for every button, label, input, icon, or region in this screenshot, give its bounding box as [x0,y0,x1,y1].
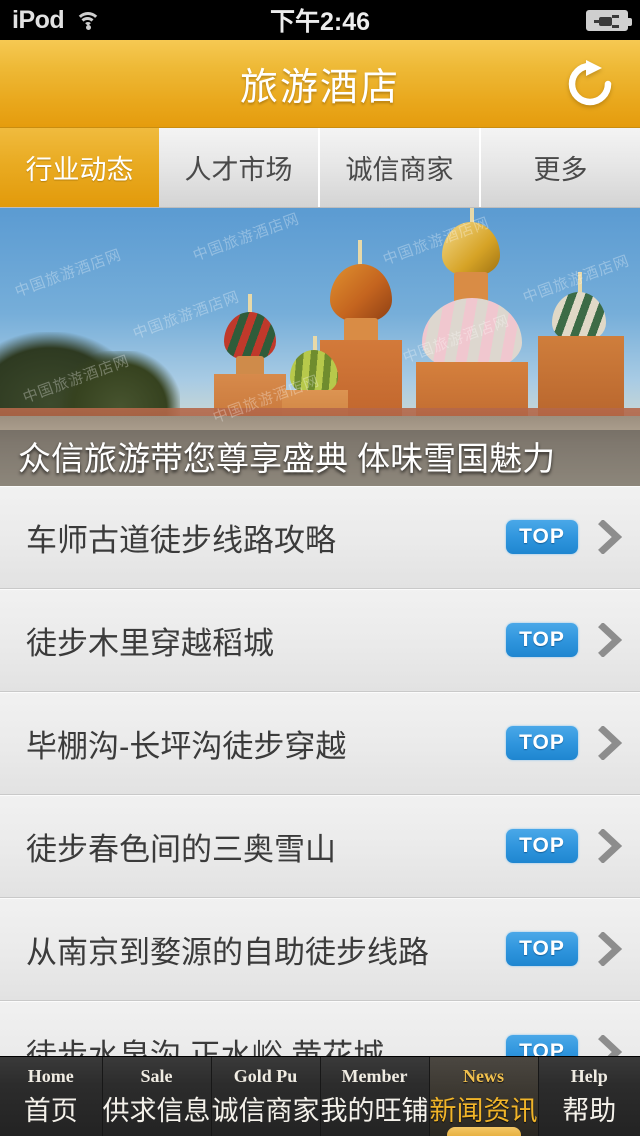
top-badge: TOP [506,829,578,863]
tab-more[interactable]: 更多 [481,128,640,207]
chevron-right-icon [596,931,626,967]
bottom-tab-gold-pu[interactable]: Gold Pu 诚信商家 [212,1057,321,1136]
news-title: 从南京到婺源的自助徒步线路 [26,934,429,970]
bottom-tab-cn-label: 首页 [23,1095,78,1126]
banner-caption: 众信旅游带您尊享盛典 体味雪国魅力 [18,440,556,477]
app-header: 旅游酒店 [0,40,640,128]
tab-label: 诚信商家 [345,155,454,185]
bottom-tab-news[interactable]: News 新闻资讯 [429,1057,539,1136]
bottom-tab-en-label: Member [341,1065,408,1086]
tab-label: 行业动态 [25,155,134,185]
bottom-tab-cn-label: 我的旺铺 [320,1095,429,1126]
news-list-item[interactable]: 徒步木里穿越稻城 TOP [0,589,640,692]
category-tabs: 行业动态 人才市场 诚信商家 更多 [0,128,640,208]
page-title: 旅游酒店 [239,67,400,109]
news-list: 车师古道徒步线路攻略 TOP 徒步木里穿越稻城 TOP 毕棚沟-长坪沟徒步穿越 … [0,486,640,1104]
news-title: 毕棚沟-长坪沟徒步穿越 [26,728,347,764]
refresh-button[interactable] [562,56,618,112]
bottom-tab-cn-label: 诚信商家 [211,1095,320,1126]
clock-label: 下午2:46 [269,8,371,36]
battery-charging-icon [586,9,632,31]
news-list-item[interactable]: 从南京到婺源的自助徒步线路 TOP [0,898,640,1001]
news-title: 徒步木里穿越稻城 [26,625,274,661]
top-badge: TOP [506,726,578,760]
tab-label: 人才市场 [184,155,293,185]
bottom-tab-help[interactable]: Help 帮助 [539,1057,640,1136]
chevron-right-icon [596,828,626,864]
chevron-right-icon [596,519,626,555]
bottom-tab-sale[interactable]: Sale 供求信息 [103,1057,212,1136]
bottom-tab-bar: Home 首页 Sale 供求信息 Gold Pu 诚信商家 Member 我的… [0,1056,640,1136]
news-title: 车师古道徒步线路攻略 [26,522,336,558]
news-list-item[interactable]: 车师古道徒步线路攻略 TOP [0,486,640,589]
bottom-tab-en-label: Sale [140,1065,173,1086]
chevron-right-icon [596,622,626,658]
refresh-icon [568,59,612,105]
bottom-tab-cn-label: 供求信息 [102,1095,211,1126]
top-badge: TOP [506,520,578,554]
chevron-right-icon [596,725,626,761]
bottom-tab-en-label: Home [27,1065,74,1086]
top-badge: TOP [506,623,578,657]
featured-banner[interactable]: 中国旅游酒店网 中国旅游酒店网 中国旅游酒店网 中国旅游酒店网 中国旅游酒店网 … [0,208,640,486]
tab-industry-news[interactable]: 行业动态 [0,128,159,207]
status-bar: iPod 下午2:46 [0,0,640,40]
news-list-item[interactable]: 徒步春色间的三奥雪山 TOP [0,795,640,898]
tab-talent-market[interactable]: 人才市场 [159,128,320,207]
bottom-tab-home[interactable]: Home 首页 [0,1057,103,1136]
news-title: 徒步春色间的三奥雪山 [26,831,336,867]
bottom-tab-cn-label: 帮助 [562,1095,617,1126]
bottom-tab-cn-label: 新闻资讯 [429,1095,538,1126]
news-list-item[interactable]: 毕棚沟-长坪沟徒步穿越 TOP [0,692,640,795]
tab-trusted-merchants[interactable]: 诚信商家 [320,128,481,207]
tab-label: 更多 [533,155,588,185]
bottom-tab-en-label: Gold Pu [233,1065,298,1086]
bottom-tab-en-label: Help [570,1065,608,1086]
bottom-tab-member[interactable]: Member 我的旺铺 [321,1057,430,1136]
bottom-tab-en-label: News [463,1065,504,1086]
app-screen: iPod 下午2:46 旅游酒店 行业动态 人才市场 诚信商家 更多 中国旅游酒… [0,0,640,1136]
status-bar-right [586,9,632,31]
top-badge: TOP [506,932,578,966]
